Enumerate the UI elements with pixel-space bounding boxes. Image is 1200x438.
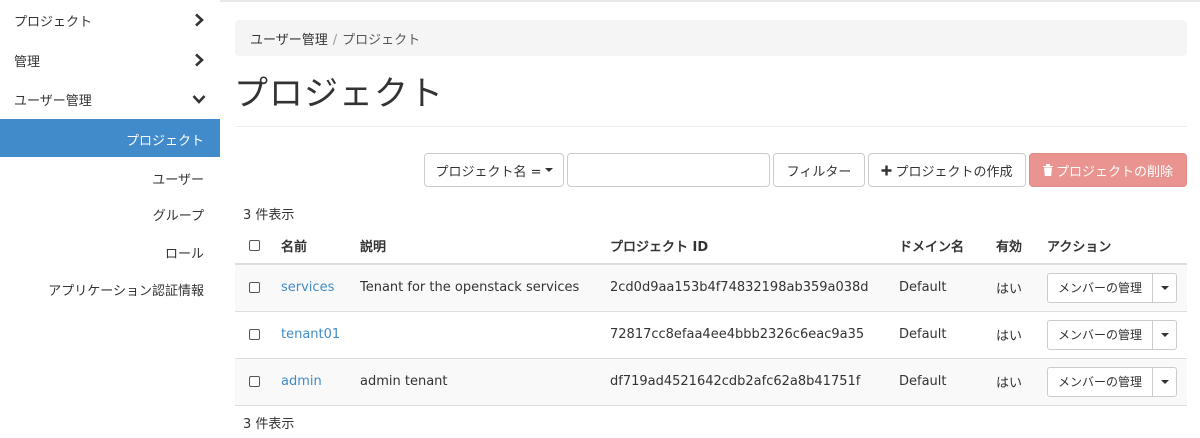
header-project-id[interactable]: プロジェクト ID bbox=[602, 228, 891, 265]
manage-members-button[interactable]: メンバーの管理 bbox=[1047, 319, 1153, 350]
project-description: Tenant for the openstack services bbox=[352, 264, 602, 312]
sidebar-item-project[interactable]: プロジェクト bbox=[0, 1, 220, 39]
sidebar-item-label: プロジェクト bbox=[14, 14, 93, 30]
filter-input[interactable] bbox=[567, 153, 770, 187]
plus-icon bbox=[881, 165, 892, 175]
row-action-group: メンバーの管理 bbox=[1047, 272, 1179, 303]
table-row: admin admin tenant df719ad4521642cdb2afc… bbox=[235, 358, 1187, 406]
select-all-checkbox[interactable] bbox=[249, 240, 260, 251]
row-action-dropdown[interactable] bbox=[1152, 272, 1177, 303]
project-id: 72817cc8efaa4ee4bbb2326c6eac9a35 bbox=[602, 311, 891, 359]
sidebar-subitem-label: ロール bbox=[164, 247, 204, 262]
row-actions-cell: メンバーの管理 bbox=[1039, 358, 1187, 406]
projects-table: 名前 説明 プロジェクト ID ドメイン名 有効 アクション services … bbox=[235, 228, 1187, 406]
delete-project-label: プロジェクトの削除 bbox=[1055, 164, 1173, 180]
project-domain: Default bbox=[891, 311, 988, 359]
row-action-group: メンバーの管理 bbox=[1047, 319, 1179, 350]
project-domain: Default bbox=[891, 358, 988, 406]
row-action-group: メンバーの管理 bbox=[1047, 366, 1179, 397]
row-select-cell bbox=[235, 311, 273, 359]
select-all-header[interactable] bbox=[235, 228, 273, 265]
sidebar-item-label: 管理 bbox=[14, 54, 41, 70]
row-select-cell bbox=[235, 264, 273, 312]
sidebar-subitem-groups[interactable]: グループ bbox=[0, 194, 220, 232]
breadcrumb-parent[interactable]: ユーザー管理 bbox=[250, 33, 328, 48]
caret-down-icon bbox=[544, 168, 553, 172]
header-enabled[interactable]: 有効 bbox=[988, 228, 1039, 265]
caret-down-icon bbox=[1160, 379, 1169, 384]
project-name-cell: admin bbox=[273, 358, 352, 406]
sidebar-subitem-label: アプリケーション認証情報 bbox=[48, 284, 204, 299]
breadcrumb-current: プロジェクト bbox=[342, 33, 421, 48]
row-actions-cell: メンバーの管理 bbox=[1039, 264, 1187, 312]
project-name-cell: services bbox=[273, 264, 352, 312]
title-divider bbox=[235, 126, 1187, 127]
sidebar-item-identity[interactable]: ユーザー管理 bbox=[0, 80, 220, 118]
project-enabled: はい bbox=[988, 358, 1039, 406]
project-id: 2cd0d9aa153b4f74832198ab359a038d bbox=[602, 264, 891, 312]
table-row: services Tenant for the openstack servic… bbox=[235, 264, 1187, 312]
manage-members-button[interactable]: メンバーの管理 bbox=[1047, 272, 1153, 303]
row-select-cell bbox=[235, 358, 273, 406]
create-project-label: プロジェクトの作成 bbox=[895, 164, 1013, 180]
project-name-link[interactable]: admin bbox=[281, 374, 322, 389]
row-action-dropdown[interactable] bbox=[1152, 319, 1177, 350]
row-actions-cell: メンバーの管理 bbox=[1039, 311, 1187, 359]
chevron-right-icon bbox=[195, 53, 204, 67]
item-count-top: 3 件表示 bbox=[243, 208, 295, 223]
header-description[interactable]: 説明 bbox=[352, 228, 602, 265]
project-description bbox=[352, 311, 602, 359]
filter-field-dropdown[interactable]: プロジェクト名 = bbox=[424, 153, 564, 187]
header-name[interactable]: 名前 bbox=[273, 228, 352, 265]
sidebar-item-admin[interactable]: 管理 bbox=[0, 41, 220, 79]
project-enabled: はい bbox=[988, 311, 1039, 359]
sidebar-item-label: ユーザー管理 bbox=[14, 93, 92, 109]
page-title: プロジェクト bbox=[234, 74, 444, 114]
create-project-button[interactable]: プロジェクトの作成 bbox=[868, 153, 1026, 187]
sidebar-subitem-users[interactable]: ユーザー bbox=[0, 158, 220, 196]
sidebar-subitem-label: グループ bbox=[152, 209, 204, 224]
trash-icon bbox=[1042, 164, 1053, 176]
caret-down-icon bbox=[1160, 285, 1169, 290]
project-enabled: はい bbox=[988, 264, 1039, 312]
breadcrumb-separator: / bbox=[332, 33, 338, 48]
sidebar-subitem-roles[interactable]: ロール bbox=[0, 232, 220, 270]
delete-project-button[interactable]: プロジェクトの削除 bbox=[1029, 153, 1187, 187]
caret-down-icon bbox=[1160, 332, 1169, 337]
project-domain: Default bbox=[891, 264, 988, 312]
sidebar-subitem-app-credentials[interactable]: アプリケーション認証情報 bbox=[0, 269, 220, 307]
sidebar-subitem-label: プロジェクト bbox=[125, 134, 204, 149]
project-description: admin tenant bbox=[352, 358, 602, 406]
sidebar: プロジェクト 管理 ユーザー管理 プロジェクト ユーザー グループ ロール アプ… bbox=[0, 0, 220, 438]
row-checkbox[interactable] bbox=[249, 376, 260, 387]
sidebar-subitem-label: ユーザー bbox=[152, 173, 204, 188]
filter-field-label: プロジェクト名 = bbox=[435, 164, 542, 180]
breadcrumb: ユーザー管理 / プロジェクト bbox=[235, 20, 1187, 56]
table-header-row: 名前 説明 プロジェクト ID ドメイン名 有効 アクション bbox=[235, 228, 1187, 265]
project-name-cell: tenant01 bbox=[273, 311, 352, 359]
header-domain[interactable]: ドメイン名 bbox=[891, 228, 988, 265]
project-name-link[interactable]: tenant01 bbox=[281, 327, 340, 342]
manage-members-button[interactable]: メンバーの管理 bbox=[1047, 366, 1153, 397]
row-checkbox[interactable] bbox=[249, 329, 260, 340]
item-count-bottom: 3 件表示 bbox=[243, 417, 295, 432]
project-id: df719ad4521642cdb2afc62a8b41751f bbox=[602, 358, 891, 406]
row-checkbox[interactable] bbox=[249, 282, 260, 294]
row-action-dropdown[interactable] bbox=[1152, 366, 1177, 397]
table-row: tenant01 72817cc8efaa4ee4bbb2326c6eac9a3… bbox=[235, 311, 1187, 359]
chevron-right-icon bbox=[195, 13, 204, 27]
project-name-link[interactable]: services bbox=[281, 280, 334, 295]
filter-button[interactable]: フィルター bbox=[773, 153, 865, 187]
header-actions: アクション bbox=[1039, 228, 1187, 265]
sidebar-subitem-projects[interactable]: プロジェクト bbox=[0, 119, 220, 157]
chevron-down-icon bbox=[192, 95, 206, 104]
